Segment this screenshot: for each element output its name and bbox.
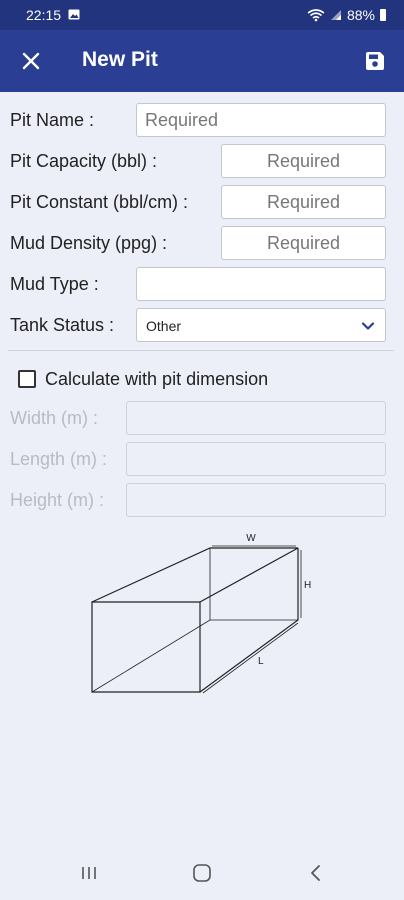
save-button[interactable]	[358, 44, 392, 78]
mud-type-input[interactable]	[136, 267, 386, 301]
gallery-notification-icon	[68, 9, 80, 20]
pit-name-input[interactable]	[136, 103, 386, 137]
height-dimension-label: H	[304, 580, 311, 591]
calc-checkbox-label: Calculate with pit dimension	[45, 369, 269, 389]
mud-type-row: Mud Type :	[0, 267, 404, 303]
length-input[interactable]	[126, 442, 386, 476]
pit-constant-label: Pit Constant (bbl/cm) :	[10, 192, 189, 212]
app-bar: New Pit	[0, 30, 404, 92]
height-row: Height (m) :	[0, 483, 404, 519]
battery-percent: 88%	[346, 7, 375, 23]
width-row: Width (m) :	[0, 401, 404, 437]
chevron-down-icon	[361, 322, 375, 330]
mud-density-row: Mud Density (ppg) :	[0, 226, 404, 262]
calc-checkbox[interactable]	[18, 370, 36, 388]
width-dimension-label: W	[246, 533, 256, 544]
divider	[8, 350, 394, 351]
height-input[interactable]	[126, 483, 386, 517]
length-row: Length (m) :	[0, 442, 404, 478]
height-label: Height (m) :	[10, 490, 105, 510]
pit-constant-row: Pit Constant (bbl/cm) :	[0, 185, 404, 221]
home-button[interactable]	[182, 858, 222, 888]
pit-capacity-row: Pit Capacity (bbl) :	[0, 144, 404, 180]
tank-status-row: Tank Status : Other	[0, 308, 404, 344]
back-button[interactable]	[296, 858, 336, 888]
battery-icon	[380, 9, 386, 21]
wifi-icon	[307, 9, 325, 22]
close-button[interactable]	[14, 44, 48, 78]
pit-capacity-input[interactable]	[221, 144, 386, 178]
pit-name-label: Pit Name :	[10, 110, 95, 130]
tank-status-label: Tank Status :	[10, 315, 115, 335]
pit-name-row: Pit Name :	[0, 103, 404, 139]
pit-capacity-label: Pit Capacity (bbl) :	[10, 151, 158, 171]
width-label: Width (m) :	[10, 408, 98, 428]
tank-status-value: Other	[146, 318, 182, 334]
mud-type-label: Mud Type :	[10, 274, 99, 294]
status-right: 88%	[307, 7, 386, 23]
pit-constant-input[interactable]	[221, 185, 386, 219]
page-title: New Pit	[82, 48, 158, 71]
pit-dimension-diagram: W H L	[91, 533, 311, 694]
recent-apps-button[interactable]	[69, 858, 109, 888]
status-time: 22:15	[26, 7, 62, 23]
tank-status-select[interactable]: Other	[136, 308, 386, 342]
mud-density-input[interactable]	[221, 226, 386, 260]
length-dimension-label: L	[258, 656, 264, 667]
close-icon	[22, 52, 40, 70]
home-icon	[193, 864, 211, 882]
status-bar: 22:15 88%	[0, 0, 404, 30]
save-icon	[366, 52, 384, 70]
signal-icon	[330, 10, 341, 20]
back-icon	[311, 865, 320, 881]
width-input[interactable]	[126, 401, 386, 435]
length-label: Length (m) :	[10, 449, 108, 469]
recent-apps-icon	[82, 867, 96, 879]
mud-density-label: Mud Density (ppg) :	[10, 233, 168, 253]
system-nav-bar	[0, 846, 404, 900]
